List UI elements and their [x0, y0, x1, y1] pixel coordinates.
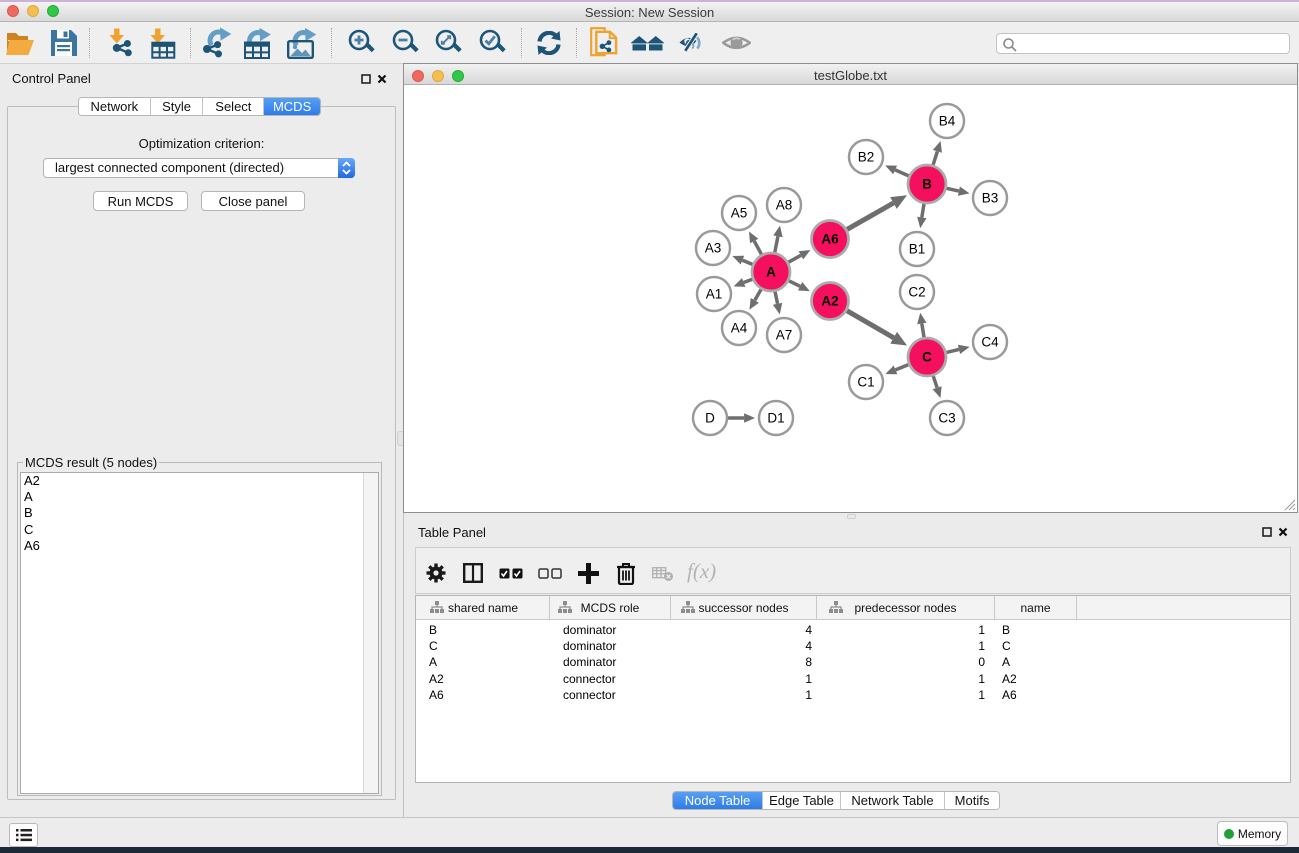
svg-text:C: C [922, 350, 932, 365]
svg-text:C1: C1 [857, 375, 874, 390]
svg-text:B: B [922, 177, 932, 192]
svg-text:A4: A4 [731, 321, 748, 336]
svg-text:B4: B4 [939, 114, 956, 129]
svg-text:A: A [766, 265, 776, 280]
svg-text:C2: C2 [908, 285, 925, 300]
svg-text:A1: A1 [706, 287, 723, 302]
svg-text:D: D [705, 411, 715, 426]
svg-text:A5: A5 [731, 206, 748, 221]
svg-text:B1: B1 [909, 242, 926, 257]
svg-text:D1: D1 [767, 411, 784, 426]
svg-text:A2: A2 [821, 294, 838, 309]
svg-text:A8: A8 [776, 198, 793, 213]
svg-text:C3: C3 [938, 411, 955, 426]
svg-text:A3: A3 [705, 241, 722, 256]
svg-text:B2: B2 [858, 150, 875, 165]
svg-text:C4: C4 [981, 335, 999, 350]
svg-text:B3: B3 [982, 191, 999, 206]
svg-text:A6: A6 [821, 232, 839, 247]
svg-text:A7: A7 [776, 328, 793, 343]
